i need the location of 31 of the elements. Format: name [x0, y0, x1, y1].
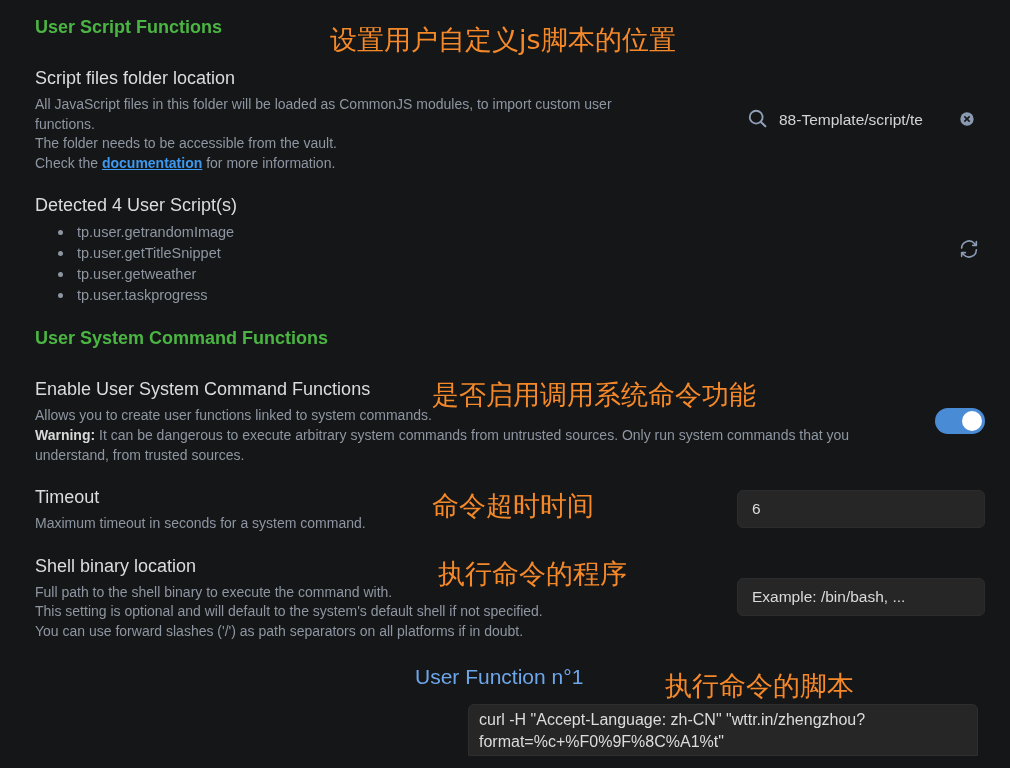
section-heading: User Script Functions — [35, 16, 223, 39]
script-name: tp.user.getrandomImage — [77, 223, 235, 243]
input-field[interactable]: Example: /bin/bash, ... — [737, 578, 985, 617]
script-name: tp.user.taskprogress — [77, 286, 208, 306]
command-field[interactable]: curl -H "Accept-Language: zh-CN" "wttr.in/zhengzhou?format=%c+%F0%9F%8C%A1%t" — [468, 704, 978, 757]
bullet-icon — [58, 230, 63, 236]
setting-description: Allows you to create user functions linked to system commands. Warning: It can be dangerous to execute arbitrary system commands from untrusted sources. Only run system commands that you understand, from trusted sources. — [35, 407, 851, 465]
bullet-icon — [58, 293, 63, 299]
refresh-icon[interactable] — [958, 238, 980, 261]
documentation-link[interactable]: documentation — [101, 154, 203, 171]
setting-name: Script files folder location — [35, 67, 236, 90]
search-field[interactable]: 88-Template/script/te — [779, 107, 949, 131]
input-field[interactable]: 6 — [737, 489, 985, 528]
setting-name: Timeout — [35, 486, 100, 510]
bullet-icon — [58, 272, 63, 278]
setting-description: All JavaScript files in this folder will be loaded as CommonJS modules, to import custom user functions. The folder needs to be accessible from the vault. Check the documentation for more information. — [35, 95, 613, 173]
annotation-text: 设置用户自定义js脚本的位置 — [330, 25, 676, 55]
script-name: tp.user.getweather — [77, 265, 197, 285]
section-heading: User System Command Functions — [35, 327, 329, 351]
setting-name: Shell binary location — [35, 554, 197, 578]
setting-name: Detected 4 User Script(s) — [35, 194, 238, 218]
annotation-text: 命令超时时间 — [432, 491, 594, 521]
bullet-icon — [58, 251, 63, 257]
function-title: User Function n°1 — [415, 663, 584, 690]
setting-description: Maximum timeout in seconds for a system command. — [35, 514, 366, 534]
setting-name: Enable User System Command Functions — [35, 378, 371, 402]
toggle-switch[interactable] — [935, 407, 985, 434]
annotation-text: 是否启用调用系统命令功能 — [432, 380, 756, 410]
clear-icon[interactable] — [959, 111, 975, 128]
annotation-text: 执行命令的脚本 — [665, 671, 854, 701]
script-name: tp.user.getTitleSnippet — [77, 244, 221, 264]
